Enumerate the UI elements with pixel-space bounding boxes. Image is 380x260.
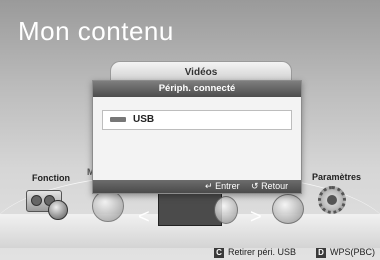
device-item-usb[interactable]: USB: [102, 110, 292, 130]
music-category-icon[interactable]: [214, 196, 238, 224]
enter-button[interactable]: ↵ Entrer: [205, 180, 240, 193]
back-button[interactable]: ↺ Retour: [251, 180, 288, 193]
enter-icon: ↵: [205, 181, 213, 191]
settings-category-icon[interactable]: [316, 184, 350, 218]
d-key-icon: D: [316, 248, 326, 258]
arrow-left-icon[interactable]: <: [138, 206, 150, 229]
dialog-header: Périph. connecté: [93, 81, 301, 97]
connected-device-dialog: Périph. connecté USB ↵ Entrer ↺ Retour: [92, 80, 302, 194]
hint-remove-usb-label: Retirer péri. USB: [228, 247, 297, 257]
category-label-fonction: Fonction: [32, 173, 70, 183]
back-label: Retour: [261, 181, 289, 191]
arrow-right-icon[interactable]: >: [250, 206, 262, 229]
c-key-icon: C: [214, 248, 224, 258]
enter-label: Entrer: [215, 181, 240, 191]
device-item-label: USB: [133, 114, 155, 125]
internet-category-icon[interactable]: [272, 194, 304, 224]
bottom-hint-bar: C Retirer péri. USB D WPS(PBC): [0, 246, 380, 260]
home-screen: Mon contenu Fonction M s Paramètres < > …: [0, 0, 380, 260]
hint-remove-usb[interactable]: C Retirer péri. USB: [214, 247, 296, 258]
back-icon: ↺: [251, 181, 259, 191]
photos-category-icon[interactable]: [92, 190, 124, 222]
page-title: Mon contenu: [18, 16, 174, 46]
hint-wps-label: WPS(PBC): [330, 247, 375, 257]
dialog-footer: ↵ Entrer ↺ Retour: [93, 180, 301, 193]
hint-wps[interactable]: D WPS(PBC): [316, 247, 375, 258]
usb-stick-icon: [110, 117, 126, 122]
dialog-tab-videos: Vidéos: [110, 61, 292, 82]
category-label-parametres: Paramètres: [312, 172, 362, 182]
function-category-icon[interactable]: [26, 186, 68, 220]
